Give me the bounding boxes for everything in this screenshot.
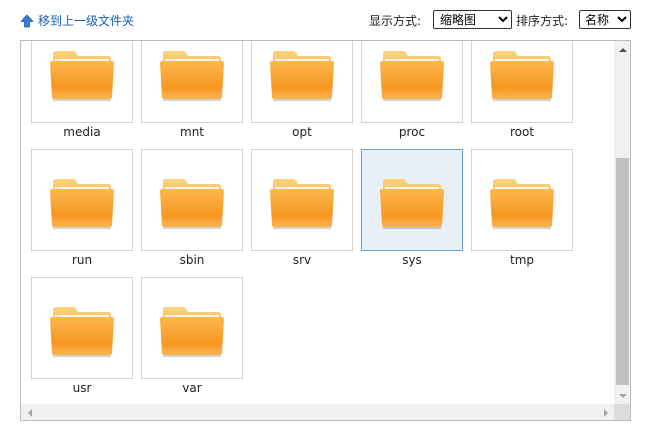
folder-item[interactable]: tmp bbox=[471, 149, 573, 267]
folder-name[interactable]: media bbox=[31, 125, 133, 140]
folder-thumbnail[interactable] bbox=[31, 277, 133, 379]
folder-thumbnail[interactable] bbox=[471, 41, 573, 123]
triangle-left-icon bbox=[27, 408, 32, 417]
folder-item[interactable]: opt bbox=[251, 41, 353, 139]
scroll-down-button[interactable] bbox=[614, 387, 630, 404]
sort-order-label: 排序方式: bbox=[516, 14, 569, 28]
folder-thumbnail[interactable] bbox=[141, 149, 243, 251]
parent-folder-link[interactable]: 移到上一级文件夹 bbox=[20, 12, 134, 29]
folder-icon bbox=[50, 179, 114, 229]
folder-thumbnail[interactable] bbox=[471, 149, 573, 251]
folder-name[interactable]: mnt bbox=[141, 125, 243, 140]
folder-thumbnail[interactable] bbox=[31, 149, 133, 251]
scroll-up-button[interactable] bbox=[614, 41, 630, 58]
folder-name[interactable]: opt bbox=[251, 125, 353, 140]
folder-icon bbox=[490, 179, 554, 229]
folder-item[interactable]: run bbox=[31, 149, 133, 267]
folder-item[interactable]: proc bbox=[361, 41, 463, 139]
folder-item[interactable]: media bbox=[31, 41, 133, 139]
folder-name[interactable]: proc bbox=[361, 125, 463, 140]
folder-name[interactable]: sys bbox=[361, 253, 463, 268]
folder-icon bbox=[270, 51, 334, 101]
folder-name[interactable]: srv bbox=[251, 253, 353, 268]
scroll-right-button[interactable] bbox=[597, 404, 614, 420]
folder-thumbnail[interactable] bbox=[141, 41, 243, 123]
parent-folder-label: 移到上一级文件夹 bbox=[38, 14, 135, 28]
scroll-left-button[interactable] bbox=[21, 404, 38, 420]
folder-icon bbox=[50, 307, 114, 357]
folder-name[interactable]: sbin bbox=[141, 253, 243, 268]
folder-item[interactable]: usr bbox=[31, 277, 133, 395]
folder-thumbnail[interactable] bbox=[141, 277, 243, 379]
toolbar: 移到上一级文件夹 显示方式: 缩略图 排序方式: 名称 bbox=[0, 0, 650, 40]
folder-item[interactable]: sys bbox=[361, 149, 463, 267]
folder-grid: media mnt opt proc root run sbin srv sys… bbox=[21, 41, 614, 404]
folder-name[interactable]: usr bbox=[31, 381, 133, 396]
folder-thumbnail[interactable] bbox=[361, 41, 463, 123]
vertical-scroll-thumb[interactable] bbox=[616, 158, 629, 385]
folder-item[interactable]: root bbox=[471, 41, 573, 139]
up-arrow-icon bbox=[20, 14, 34, 27]
folder-icon bbox=[490, 51, 554, 101]
folder-thumbnail[interactable] bbox=[251, 41, 353, 123]
folder-icon bbox=[270, 179, 334, 229]
folder-icon bbox=[380, 51, 444, 101]
triangle-right-icon bbox=[603, 408, 608, 417]
view-mode-select[interactable]: 缩略图 bbox=[433, 10, 512, 29]
folder-item[interactable]: mnt bbox=[141, 41, 243, 139]
folder-item[interactable]: var bbox=[141, 277, 243, 395]
folder-thumbnail[interactable] bbox=[251, 149, 353, 251]
horizontal-scrollbar[interactable] bbox=[21, 404, 614, 420]
folder-icon bbox=[160, 179, 224, 229]
folder-item[interactable]: srv bbox=[251, 149, 353, 267]
vertical-scrollbar[interactable] bbox=[614, 41, 630, 404]
folder-icon bbox=[160, 307, 224, 357]
folder-icon bbox=[160, 51, 224, 101]
folder-item[interactable]: sbin bbox=[141, 149, 243, 267]
view-mode-label: 显示方式: bbox=[369, 14, 422, 28]
sort-order-select[interactable]: 名称 bbox=[579, 10, 631, 29]
scrollbar-corner bbox=[614, 404, 630, 420]
file-browser-pane: media mnt opt proc root run sbin srv sys… bbox=[20, 40, 631, 421]
folder-thumbnail[interactable] bbox=[31, 41, 133, 123]
folder-icon bbox=[50, 51, 114, 101]
triangle-up-icon bbox=[618, 47, 627, 52]
folder-name[interactable]: root bbox=[471, 125, 573, 140]
folder-name[interactable]: run bbox=[31, 253, 133, 268]
folder-name[interactable]: tmp bbox=[471, 253, 573, 268]
folder-name[interactable]: var bbox=[141, 381, 243, 396]
triangle-down-icon bbox=[618, 393, 627, 398]
folder-thumbnail[interactable] bbox=[361, 149, 463, 251]
folder-icon bbox=[380, 179, 444, 229]
